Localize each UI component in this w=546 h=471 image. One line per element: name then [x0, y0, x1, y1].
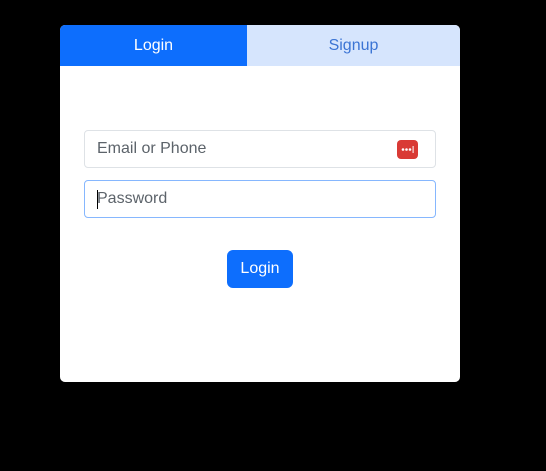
tab-signup[interactable]: Signup	[247, 25, 460, 66]
tab-login[interactable]: Login	[60, 25, 247, 66]
password-input[interactable]	[97, 190, 423, 208]
login-card: Login Signup Login	[60, 25, 460, 382]
auth-tabs: Login Signup	[60, 25, 460, 66]
email-input[interactable]	[97, 140, 423, 158]
email-field[interactable]	[84, 130, 436, 168]
password-field[interactable]	[84, 180, 436, 218]
password-manager-icon[interactable]	[397, 140, 418, 159]
login-button[interactable]: Login	[227, 250, 293, 288]
text-cursor	[97, 190, 98, 209]
